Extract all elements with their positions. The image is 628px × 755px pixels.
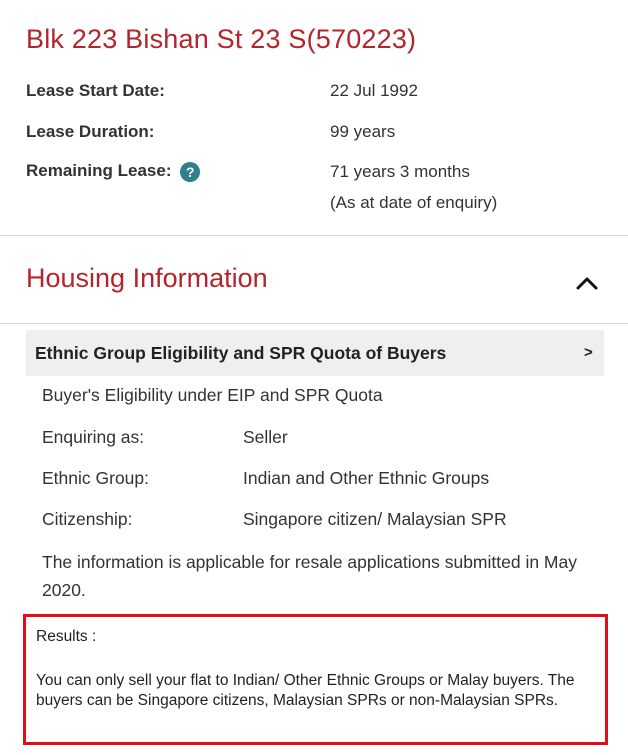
remaining-lease-value: 71 years 3 months [330, 162, 470, 181]
remaining-lease-row: Remaining Lease: ? [26, 161, 201, 182]
lease-start-label: Lease Start Date: [26, 81, 165, 100]
lease-duration-value: 99 years [330, 122, 396, 141]
citizenship-value: Singapore citizen/ Malaysian SPR [243, 509, 507, 529]
citizenship-label: Citizenship: [42, 509, 133, 529]
results-text: You can only sell your flat to Indian/ O… [36, 672, 575, 709]
lease-duration-label: Lease Duration: [26, 122, 155, 141]
enquiring-as-value: Seller [243, 427, 288, 447]
results-label: Results : [36, 628, 97, 645]
accordion-ethnic-eligibility[interactable]: Ethnic Group Eligibility and SPR Quota o… [26, 330, 604, 376]
chevron-right-icon: > [584, 344, 593, 361]
results-box: Results : You can only sell your flat to… [23, 614, 608, 745]
applicability-note: The information is applicable for resale… [42, 552, 577, 600]
divider [0, 323, 628, 324]
address-title: Blk 223 Bishan St 23 S(570223) [26, 24, 417, 54]
ethnic-group-label: Ethnic Group: [42, 468, 149, 488]
ethnic-group-value: Indian and Other Ethnic Groups [243, 468, 490, 488]
remaining-lease-label: Remaining Lease: [26, 161, 172, 180]
help-icon[interactable]: ? [180, 161, 201, 182]
divider [0, 235, 628, 236]
lease-start-value: 22 Jul 1992 [330, 81, 418, 100]
enquiring-as-label: Enquiring as: [42, 427, 145, 447]
eligibility-heading: Buyer's Eligibility under EIP and SPR Qu… [42, 385, 383, 405]
accordion-title: Ethnic Group Eligibility and SPR Quota o… [35, 343, 447, 363]
chevron-up-icon[interactable] [576, 276, 598, 290]
remaining-lease-note: (As at date of enquiry) [330, 193, 498, 212]
housing-section-title: Housing Information [26, 263, 268, 293]
